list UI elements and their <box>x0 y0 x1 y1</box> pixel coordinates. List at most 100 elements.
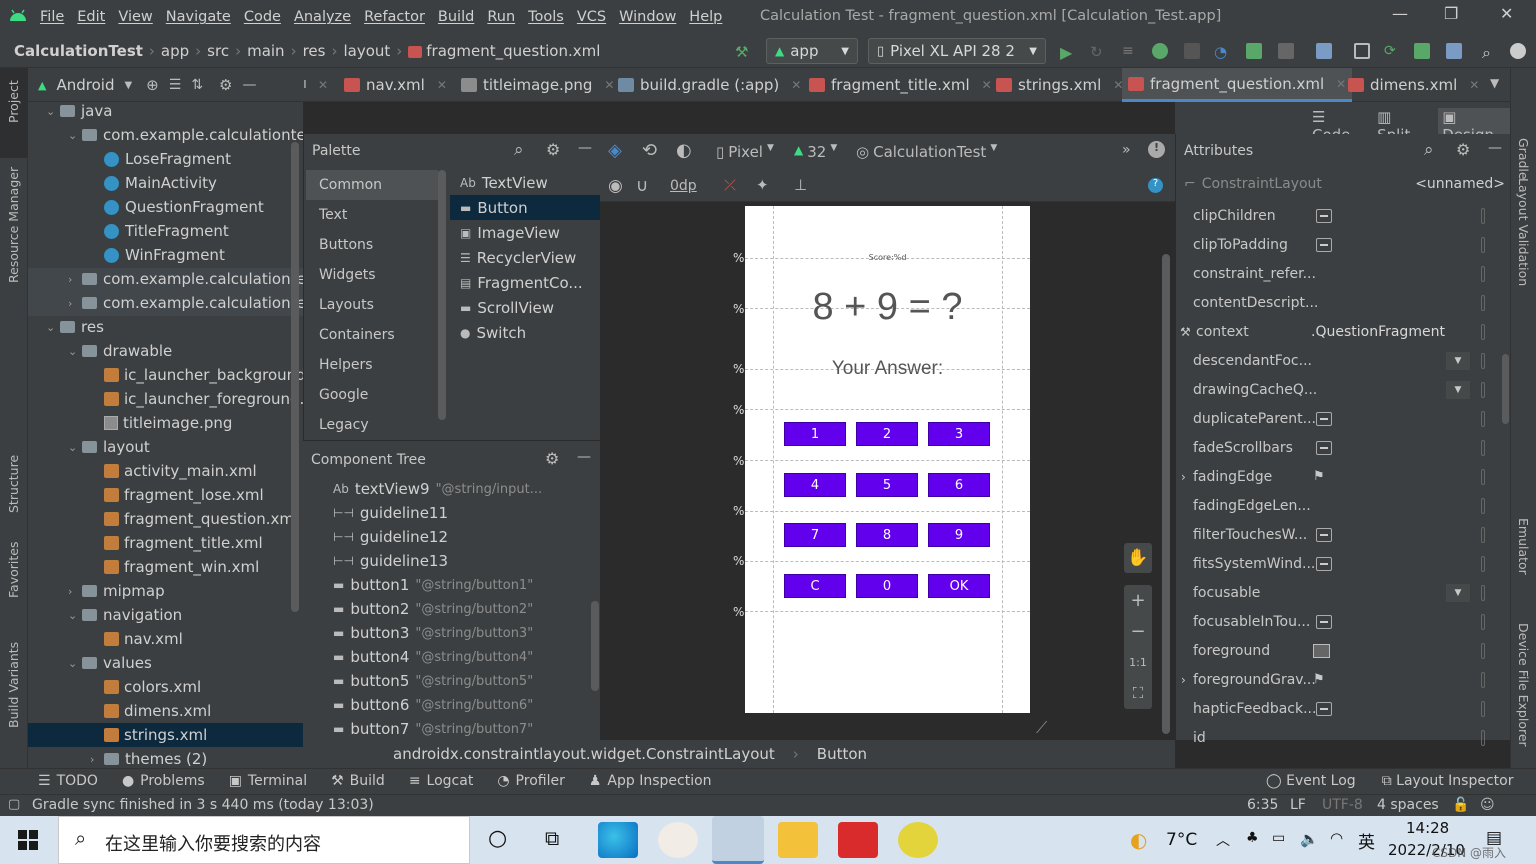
component-tree-row[interactable]: ▬ button6 "@string/button6" <box>333 693 533 717</box>
attribute-row[interactable]: filterTouchesW... <box>1176 520 1501 549</box>
answer-label[interactable]: Your Answer: <box>745 358 1030 380</box>
menu-item[interactable]: Build <box>438 9 474 25</box>
collapse-all-icon[interactable]: ⇅ <box>191 77 203 93</box>
resource-picker-icon[interactable] <box>1481 729 1485 746</box>
toggle-icon[interactable] <box>1316 614 1332 629</box>
chevron-right-icon[interactable]: › <box>68 585 82 598</box>
palette-item-recyclerview[interactable]: ☰ RecyclerView <box>450 245 602 270</box>
palette-category-google[interactable]: Google <box>306 380 438 410</box>
breadcrumb-item[interactable]: fragment_question.xml <box>426 42 600 60</box>
chevron-down-icon[interactable]: ▼ <box>1490 76 1499 90</box>
resource-picker-icon[interactable] <box>1481 584 1485 601</box>
zoom-actual-size-button[interactable]: 1:1 <box>1124 647 1152 678</box>
tree-item[interactable]: ⌄ layout <box>68 435 150 459</box>
infer-constraints-icon[interactable]: ✦ <box>756 176 769 194</box>
toggle-icon[interactable] <box>1316 556 1332 571</box>
menu-item[interactable]: View <box>118 9 152 25</box>
device-file-explorer-tool-label[interactable]: Device File Explorer <box>1516 623 1531 747</box>
tree-item[interactable]: fragment_win.xml <box>90 555 259 579</box>
attribute-row[interactable]: focusableInTou... <box>1176 607 1501 636</box>
apply-changes-icon[interactable]: ≡ <box>1122 43 1138 59</box>
magnet-icon[interactable]: ∪ <box>636 176 648 196</box>
attribute-row[interactable]: contentDescript... <box>1176 288 1501 317</box>
tree-item[interactable]: MainActivity <box>90 171 217 195</box>
event-log-tab[interactable]: ◯ Event Log <box>1266 773 1356 789</box>
edge-browser-icon[interactable] <box>598 822 638 858</box>
sync-project-icon[interactable] <box>1316 43 1332 59</box>
palette-scrollbar[interactable] <box>438 170 446 420</box>
resource-picker-icon[interactable] <box>1481 352 1485 369</box>
resource-picker-icon[interactable] <box>1481 468 1485 485</box>
gradle-sync-icon[interactable]: ⟳ <box>1384 43 1400 59</box>
chevron-down-icon[interactable]: ⌄ <box>46 321 60 334</box>
resize-handle-icon[interactable]: ⟋ <box>1036 718 1047 738</box>
component-tree-row[interactable]: ⊢⊣ guideline11 <box>333 501 448 525</box>
zoom-to-fit-icon[interactable]: ⛶ <box>1124 678 1152 709</box>
attribute-row[interactable]: fitsSystemWind... <box>1176 549 1501 578</box>
tab-fragment-question-xml[interactable]: fragment_question.xml ✕ <box>1122 68 1353 102</box>
menu-item[interactable]: Tools <box>528 9 564 25</box>
keypad-button-ok[interactable]: OK <box>928 574 990 598</box>
chevron-down-icon[interactable]: ⌄ <box>68 129 82 142</box>
palette-item-switch[interactable]: ● Switch <box>450 320 602 345</box>
expand-all-icon[interactable]: ☰ <box>169 77 182 93</box>
gear-icon[interactable]: ⚙ <box>1456 140 1470 159</box>
tree-item[interactable]: fragment_lose.xml <box>90 483 264 507</box>
tab-titleimage-png[interactable]: titleimage.png ✕ <box>455 68 620 102</box>
attribute-row[interactable]: clipChildren <box>1176 201 1501 230</box>
keypad-button-5[interactable]: 5 <box>856 473 918 497</box>
zoom-out-icon[interactable]: − <box>1124 616 1152 647</box>
tree-item[interactable]: ⌄ values <box>68 651 152 675</box>
component-tree-row[interactable]: ▬ button2 "@string/button2" <box>333 597 533 621</box>
component-tree-row[interactable]: Ab textView9 "@string/input... <box>333 477 542 501</box>
tree-item[interactable]: ⌄ res <box>46 315 104 339</box>
layout-validation-tool-label[interactable]: Layout Validation <box>1516 178 1531 286</box>
resource-manager-tool-label[interactable]: Resource Manager <box>6 167 21 283</box>
tree-item[interactable]: ic_launcher_foreground.xml <box>90 387 303 411</box>
avd-manager-icon[interactable] <box>1414 43 1430 59</box>
search-icon[interactable]: ⌕ <box>1424 140 1434 160</box>
bottom-tab-terminal[interactable]: ▣ Terminal <box>229 773 307 789</box>
resource-picker-icon[interactable] <box>1481 236 1485 253</box>
palette-category-common[interactable]: Common <box>306 170 438 200</box>
chevron-down-icon[interactable]: ▼ <box>1446 351 1470 370</box>
keypad-button-7[interactable]: 7 <box>784 523 846 547</box>
tree-item[interactable]: nav.xml <box>90 627 183 651</box>
attribute-row[interactable]: ⚒ context .QuestionFragment <box>1176 317 1501 346</box>
menu-item[interactable]: Window <box>619 9 676 25</box>
chevron-down-icon[interactable]: ▼ <box>1446 380 1470 399</box>
minimize-icon[interactable]: — <box>1392 4 1408 23</box>
breadcrumb-item[interactable]: layout <box>343 42 390 60</box>
chevron-down-icon[interactable]: ⌄ <box>68 609 82 622</box>
palette-item-button[interactable]: ▬ Button <box>450 195 602 220</box>
tree-item[interactable]: titleimage.png <box>90 411 232 435</box>
attribute-row[interactable]: › foregroundGrav... ⚑ <box>1176 665 1501 694</box>
flag-icon[interactable]: ⚑ <box>1313 469 1325 484</box>
coverage-icon[interactable] <box>1184 43 1200 59</box>
breadcrumb-item[interactable]: CalculationTest <box>14 42 143 60</box>
toggle-icon[interactable] <box>1316 411 1332 426</box>
keypad-button-2[interactable]: 2 <box>856 422 918 446</box>
tree-item[interactable]: activity_main.xml <box>90 459 257 483</box>
line-separator[interactable]: LF <box>1290 797 1306 813</box>
resource-picker-icon[interactable] <box>1481 265 1485 282</box>
resource-picker-icon[interactable] <box>1481 207 1485 224</box>
device-menu[interactable]: ▯ Pixel ▼ <box>716 143 774 161</box>
palette-category-widgets[interactable]: Widgets <box>306 260 438 290</box>
tab-nav-xml[interactable]: nav.xml ✕ <box>338 68 453 102</box>
hide-panel-icon[interactable]: — <box>243 77 257 93</box>
gear-icon[interactable]: ⚙ <box>546 140 560 159</box>
design-scrollbar[interactable] <box>1162 254 1170 734</box>
close-icon[interactable]: ✕ <box>437 78 447 92</box>
attribute-row[interactable]: fadingEdgeLen... <box>1176 491 1501 520</box>
design-surface-icon[interactable]: ◈ <box>608 140 622 161</box>
bottom-tab-build[interactable]: ⚒ Build <box>331 773 385 789</box>
resource-picker-icon[interactable] <box>1481 294 1485 311</box>
toggle-icon[interactable] <box>1316 440 1332 455</box>
toggle-icon[interactable] <box>1316 208 1332 223</box>
zoom-in-icon[interactable]: + <box>1124 585 1152 616</box>
bottom-tab-todo[interactable]: ☰ TODO <box>38 773 98 789</box>
attribute-row[interactable]: foreground <box>1176 636 1501 665</box>
clock-time[interactable]: 14:28 <box>1406 819 1449 837</box>
tray-expand-icon[interactable]: ︿ <box>1216 830 1230 850</box>
